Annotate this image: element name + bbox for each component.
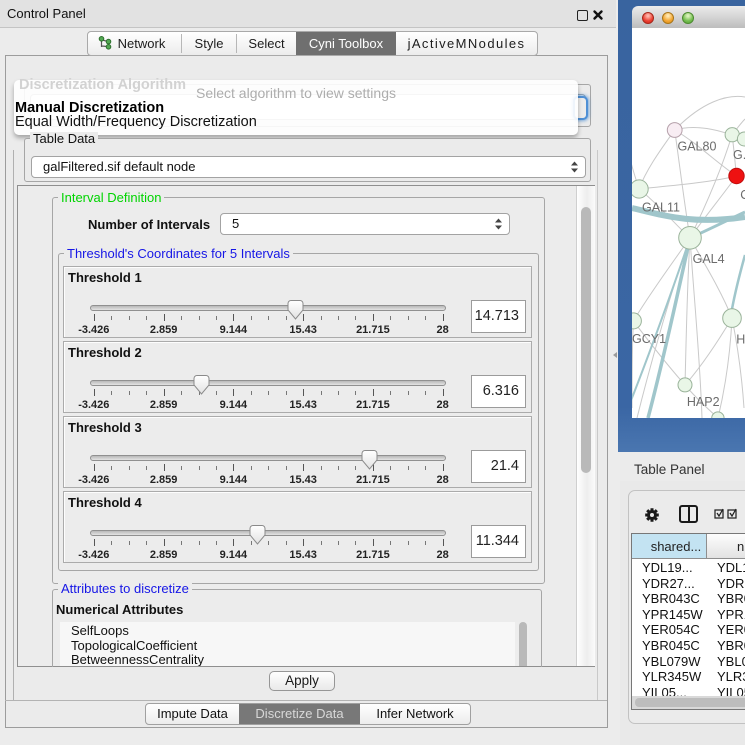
svg-text:GAL4: GAL4 bbox=[693, 252, 725, 266]
svg-text:HAP2: HAP2 bbox=[687, 395, 720, 409]
svg-text:GCY1: GCY1 bbox=[632, 332, 666, 346]
svg-text:C: C bbox=[740, 188, 745, 202]
svg-text:GAL80: GAL80 bbox=[678, 139, 717, 153]
svg-text:H: H bbox=[736, 333, 745, 347]
svg-text:GAL11: GAL11 bbox=[642, 201, 680, 215]
svg-text:G.: G. bbox=[733, 148, 745, 162]
